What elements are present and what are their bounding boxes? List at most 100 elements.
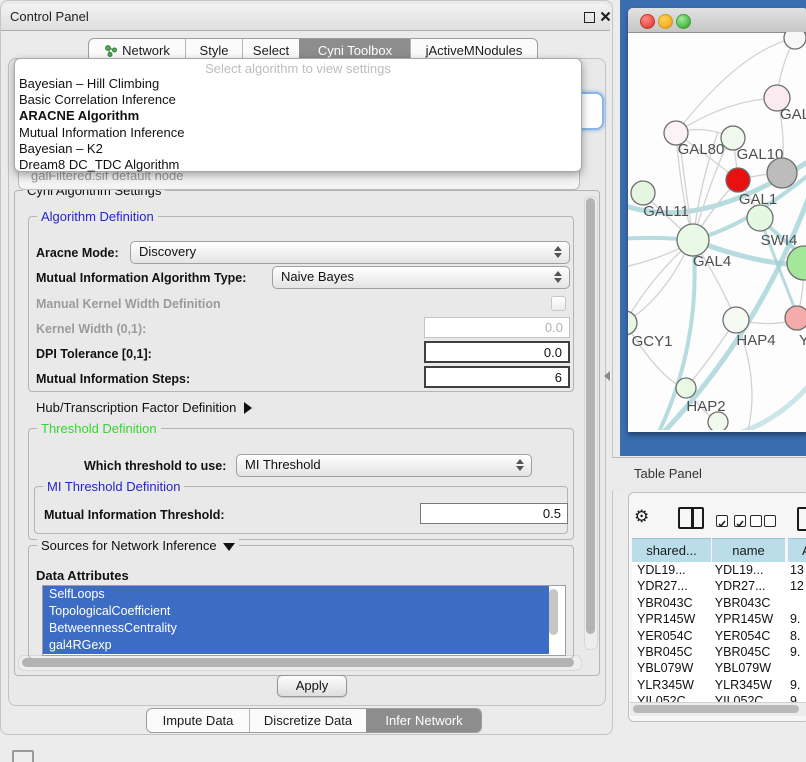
table-row[interactable]: YDL19...YDL19...13: [632, 562, 806, 578]
clear-checkboxes-icon[interactable]: [750, 512, 776, 530]
network-canvas[interactable]: GALGAL80GAL10GAL1GAL11SWI4GAL4GCY1HAP4YH…: [628, 32, 806, 430]
table-cell[interactable]: YBR043C: [632, 595, 712, 611]
table-cell[interactable]: 8.: [784, 628, 806, 644]
table-cell[interactable]: 13: [784, 562, 806, 578]
table-cell[interactable]: YPR145W: [712, 611, 784, 627]
table-row[interactable]: YBR043CYBR043C: [632, 595, 806, 611]
mi-threshold-field[interactable]: 0.5: [420, 503, 568, 524]
table-cell[interactable]: YER054C: [632, 628, 712, 644]
tab-label: Impute Data: [163, 713, 234, 728]
table-cell[interactable]: YDL19...: [712, 562, 784, 578]
apply-button[interactable]: Apply: [277, 675, 347, 697]
attributes-scrollbar-thumb[interactable]: [549, 589, 558, 635]
dpi-tolerance-field[interactable]: 0.0: [424, 341, 570, 363]
algorithm-option[interactable]: ARACNE Algorithm: [15, 108, 581, 124]
algorithm-option[interactable]: Bayesian – K2: [15, 141, 581, 157]
data-attribute-item[interactable]: SelfLoops: [43, 586, 549, 603]
select-all-checkboxes-icon[interactable]: [716, 512, 746, 530]
table-cell[interactable]: 9.: [784, 644, 806, 660]
table-row[interactable]: YDR27...YDR27...12: [632, 578, 806, 594]
close-icon[interactable]: [600, 11, 611, 22]
network-node-hap4[interactable]: [723, 307, 749, 333]
network-icon: [104, 44, 117, 57]
mi-steps-field[interactable]: 6: [424, 366, 570, 388]
minimize-traffic-light-icon[interactable]: [658, 14, 673, 29]
gear-icon[interactable]: ⚙: [634, 506, 652, 528]
algorithm-option[interactable]: Dream8 DC_TDC Algorithm: [15, 157, 581, 173]
data-attribute-item[interactable]: TopologicalCoefficient: [43, 603, 549, 620]
network-node[interactable]: [784, 32, 806, 49]
table-cell[interactable]: YLR345W: [712, 677, 784, 693]
table-cell[interactable]: YBL079W: [712, 660, 784, 676]
tab-label: jActiveMNodules: [426, 43, 523, 58]
network-node[interactable]: [767, 158, 797, 188]
table-cell[interactable]: YDL19...: [632, 562, 712, 578]
algorithm-dropdown-popup: Select algorithm to view settings Bayesi…: [14, 58, 582, 172]
column-header-partial[interactable]: A: [788, 538, 806, 563]
algorithm-option[interactable]: Bayesian – Hill Climbing: [15, 76, 581, 92]
panel-divider-grip[interactable]: [604, 371, 610, 381]
table-cell[interactable]: 12: [784, 578, 806, 594]
table-cell[interactable]: YLR345W: [632, 677, 712, 693]
table-cell[interactable]: YIL052C: [712, 693, 784, 702]
algorithm-option[interactable]: Basic Correlation Inference: [15, 92, 581, 108]
close-traffic-light-icon[interactable]: [640, 14, 655, 29]
float-window-icon[interactable]: [584, 12, 595, 23]
hub-definition-label: Hub/Transcription Factor Definition: [36, 400, 236, 415]
tab-discretize-data[interactable]: Discretize Data: [249, 709, 366, 732]
table-cell[interactable]: YDR27...: [632, 578, 712, 594]
expander-collapsed-icon: [244, 402, 252, 414]
kernel-width-field[interactable]: 0.0: [424, 317, 570, 338]
table-cell[interactable]: YER054C: [712, 628, 784, 644]
table-cell[interactable]: 9.: [784, 677, 806, 693]
partial-toolbar-icon[interactable]: [797, 507, 806, 531]
zoom-traffic-light-icon[interactable]: [676, 14, 691, 29]
network-node[interactable]: [708, 412, 728, 430]
which-threshold-combo[interactable]: MI Threshold: [236, 454, 532, 477]
table-cell[interactable]: YIL052C: [632, 693, 712, 702]
table-cell[interactable]: YBR045C: [712, 644, 784, 660]
table-row[interactable]: YPR145WYPR145W9.: [632, 611, 806, 627]
tab-impute-data[interactable]: Impute Data: [147, 709, 249, 732]
table-cell[interactable]: [784, 595, 806, 611]
network-node-gal1[interactable]: [726, 168, 750, 192]
tab-infer-network[interactable]: Infer Network: [366, 709, 481, 732]
network-node-gcy1[interactable]: [628, 311, 637, 335]
table-cell[interactable]: 9.: [784, 611, 806, 627]
column-header-name[interactable]: name: [712, 538, 785, 563]
aracne-mode-label: Aracne Mode:: [36, 246, 119, 260]
table-cell[interactable]: YBR045C: [632, 644, 712, 660]
network-node-hap2[interactable]: [676, 378, 696, 398]
table-horizontal-scrollbar-thumb[interactable]: [633, 705, 799, 713]
table-cell[interactable]: [784, 660, 806, 676]
hub-definition-expander[interactable]: Hub/Transcription Factor Definition: [36, 400, 252, 415]
network-node-swi4[interactable]: [747, 205, 773, 231]
table-cell[interactable]: YDR27...: [712, 578, 784, 594]
network-node-gal4[interactable]: [677, 224, 709, 256]
table-row[interactable]: YLR345WYLR345W9.: [632, 677, 806, 693]
algorithm-option[interactable]: Mutual Information Inference: [15, 125, 581, 141]
table-cell[interactable]: YBR043C: [712, 595, 784, 611]
application-window: Control Panel NetworkStyleSelectCyni Too…: [0, 0, 806, 762]
network-node[interactable]: [787, 246, 806, 280]
table-cell[interactable]: YPR145W: [632, 611, 712, 627]
table-row[interactable]: YER054CYER054C8.: [632, 628, 806, 644]
data-attribute-item[interactable]: gal4RGexp: [43, 637, 549, 654]
manual-kernel-label: Manual Kernel Width Definition: [36, 297, 221, 311]
settings-horizontal-scrollbar-thumb[interactable]: [22, 658, 574, 667]
split-columns-icon[interactable]: [678, 507, 704, 529]
aracne-mode-combo[interactable]: Discovery: [130, 241, 570, 264]
table-row[interactable]: YBR045CYBR045C9.: [632, 644, 806, 660]
network-node-gal11[interactable]: [631, 181, 655, 205]
settings-vertical-scrollbar-thumb[interactable]: [586, 198, 595, 634]
manual-kernel-checkbox[interactable]: [551, 296, 566, 311]
table-cell[interactable]: YBL079W: [632, 660, 712, 676]
data-attribute-item[interactable]: BetweennessCentrality: [43, 620, 549, 637]
table-cell[interactable]: 9.: [784, 693, 806, 702]
collapsed-panel-icon[interactable]: [12, 750, 34, 762]
network-node-y[interactable]: [785, 306, 806, 330]
column-header-shared-name[interactable]: shared...: [632, 538, 711, 563]
mi-type-combo[interactable]: Naive Bayes: [272, 266, 570, 289]
table-row[interactable]: YIL052CYIL052C9.: [632, 693, 806, 702]
table-row[interactable]: YBL079WYBL079W: [632, 660, 806, 676]
